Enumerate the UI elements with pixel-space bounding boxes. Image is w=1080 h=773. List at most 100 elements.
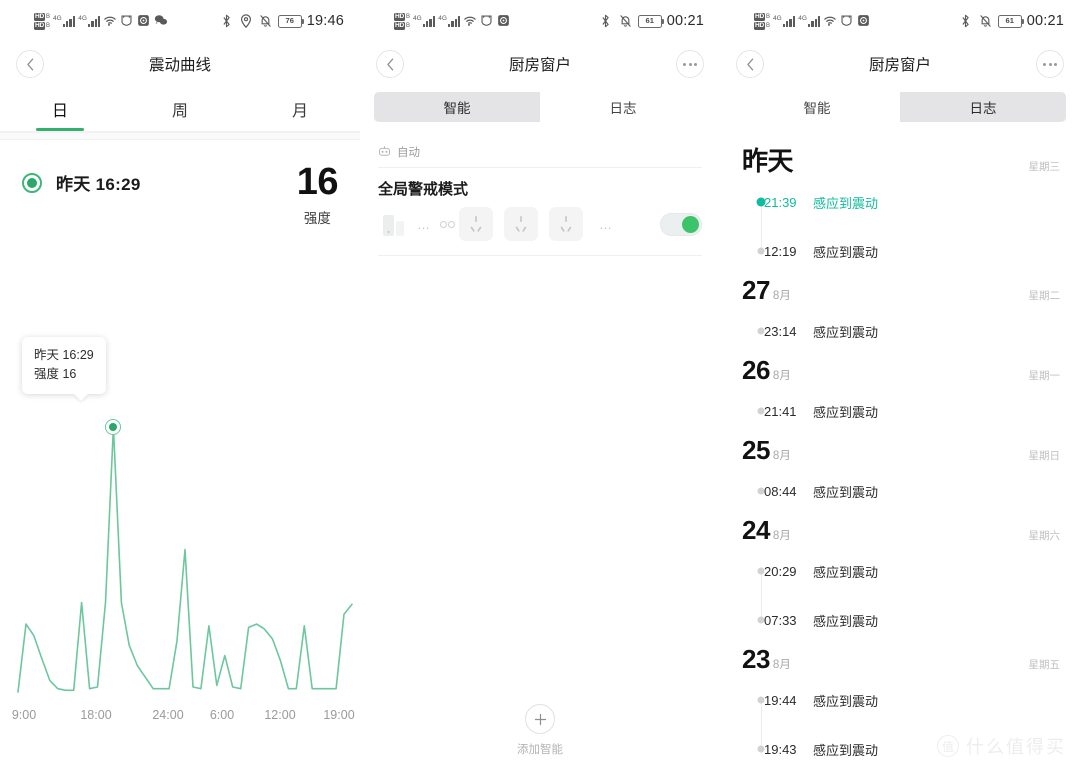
segment-smart-label: 智能: [443, 101, 471, 116]
log-day-weekday: 星期六: [1028, 530, 1061, 542]
more-options-button[interactable]: [676, 50, 704, 78]
log-day-weekday: 星期一: [1028, 370, 1061, 382]
log-entry-time: 19:43: [764, 741, 797, 757]
tab-month[interactable]: 月: [240, 86, 360, 131]
segment-smart[interactable]: 智能: [374, 92, 540, 122]
trailing-ellipsis: …: [599, 216, 613, 232]
chart-x-axis: 9:00 18:00 24:00 6:00 12:00 19:00: [0, 698, 360, 732]
mute-bell-icon: [259, 14, 273, 28]
page-title-3: 厨房窗户: [868, 57, 931, 74]
screen-recorder-icon-3: [857, 14, 871, 28]
tab-week[interactable]: 周: [120, 86, 240, 131]
log-entry[interactable]: 12:19 感应到震动: [720, 235, 1080, 267]
bluetooth-icon-3: [960, 14, 974, 28]
battery-icon-3: 61: [997, 14, 1024, 28]
timeline-connector: [761, 571, 762, 620]
more-options-button-3[interactable]: [1036, 50, 1064, 78]
log-day-number: 24: [742, 515, 770, 545]
tab-month-label: 月: [291, 102, 308, 120]
battery-icon: 76: [277, 14, 304, 28]
log-day-header: 昨天 星期三: [720, 146, 1080, 176]
nav-bar-2: 厨房窗户: [360, 42, 720, 86]
log-entry-text: 感应到震动: [813, 613, 879, 629]
network-gen-label-p2: 4G: [413, 15, 422, 22]
log-day-header: 23 8月 星期五: [720, 644, 1080, 674]
log-entry[interactable]: 21:39 感应到震动: [720, 186, 1080, 218]
log-entry[interactable]: 23:14 感应到震动: [720, 315, 1080, 347]
location-icon: [240, 14, 254, 28]
period-tabs: 日 周 月: [0, 86, 360, 132]
tab-day[interactable]: 日: [0, 86, 120, 131]
wifi-icon: [103, 14, 117, 28]
log-entry[interactable]: 07:33 感应到震动: [720, 604, 1080, 636]
back-button-2[interactable]: [376, 50, 404, 78]
battery-level-label-2: 61: [645, 16, 654, 26]
socket-icon-3: [549, 207, 583, 241]
log-entry-group: 23:14 感应到震动: [720, 305, 1080, 355]
log-entry[interactable]: 08:44 感应到震动: [720, 475, 1080, 507]
hd-badge-label-p2: HD: [394, 12, 405, 21]
mute-bell-icon-3: [979, 14, 993, 28]
summary-row: 昨天 16:29 16 强度: [0, 140, 360, 227]
log-entry-group: 20:29 感应到震动 07:33 感应到震动: [720, 545, 1080, 644]
log-day-weekday: 星期日: [1028, 450, 1061, 462]
log-day-number: 昨天: [742, 146, 794, 176]
log-list[interactable]: 昨天 星期三 21:39 感应到震动 12:19 感应到震动 27 8月 星期二 23:14 感应到…: [720, 122, 1080, 773]
log-day-header: 25 8月 星期日: [720, 435, 1080, 465]
timeline-bullet-icon: [757, 407, 765, 415]
log-entry-time: 07:33: [764, 612, 797, 628]
panel-vibration-chart: HD B HD B 4G 4G 76 19:46 震动曲线 日 周 月 昨天 1…: [0, 0, 360, 773]
segmented-control-3: 智能 日志: [734, 92, 1066, 122]
log-entry-group: 21:41 感应到震动: [720, 385, 1080, 435]
add-automation[interactable]: 添加智能: [360, 704, 720, 757]
signal-sim1-icon-3: 4G: [773, 15, 796, 27]
network-gen-label-p3b: 4G: [798, 15, 807, 22]
timeline-bullet-icon: [757, 327, 765, 335]
three-phone-screenshots: HD B HD B 4G 4G 76 19:46 震动曲线 日 周 月 昨天 1…: [0, 0, 1080, 773]
chevron-left-icon-3: [746, 58, 753, 70]
plus-icon[interactable]: [525, 704, 555, 734]
back-button-3[interactable]: [736, 50, 764, 78]
log-entry-text: 感应到震动: [813, 564, 879, 580]
battery-icon-2: 61: [637, 14, 664, 28]
status-bar-clock-2: 00:21: [666, 13, 704, 29]
bluetooth-icon: [221, 14, 235, 28]
hd-sub-label-p2b: B: [406, 22, 411, 29]
x-tick-2: 24:00: [152, 708, 184, 722]
segment-log[interactable]: 日志: [540, 92, 706, 122]
screen-recorder-icon-2: [497, 14, 511, 28]
signal-sim1-icon-2: 4G: [413, 15, 436, 27]
hd-sub-label-p2: B: [406, 13, 411, 20]
x-tick-4: 12:00: [264, 708, 296, 722]
leading-ellipsis: …: [417, 216, 431, 232]
log-entry-time: 23:14: [764, 323, 797, 339]
log-entry[interactable]: 20:29 感应到震动: [720, 555, 1080, 587]
timeline-connector: [761, 700, 762, 749]
log-day-number: 23: [742, 644, 770, 674]
log-day-header: 26 8月 星期一: [720, 355, 1080, 385]
segment-log-3[interactable]: 日志: [900, 92, 1066, 122]
log-entry[interactable]: 19:44 感应到震动: [720, 684, 1080, 716]
automation-toggle[interactable]: [660, 212, 702, 236]
automation-item[interactable]: 全局警戒模式 … …: [360, 168, 720, 256]
log-entry-group: 08:44 感应到震动: [720, 465, 1080, 515]
hd-sub-label-p3b: B: [766, 22, 771, 29]
more-horizontal-icon: [683, 62, 697, 66]
log-entry-group: 21:39 感应到震动 12:19 感应到震动: [720, 176, 1080, 275]
hd-volte-icon-3: HD B HD B: [754, 12, 771, 30]
log-day-number: 27: [742, 275, 770, 305]
timeline-bullet-icon: [757, 487, 765, 495]
socket-icon-1: [459, 207, 493, 241]
back-button[interactable]: [16, 50, 44, 78]
status-bar-3: HD B HD B 4G 4G 61 00:21: [720, 0, 1080, 42]
vibration-chart[interactable]: 昨天 16:29 强度 16 9:00 18:00 24:00 6:00 12:…: [0, 227, 360, 732]
segmented-control-2: 智能 日志: [374, 92, 706, 122]
log-day-month: 8月: [772, 659, 791, 671]
segment-smart-3[interactable]: 智能: [734, 92, 900, 122]
log-entry-time: 21:39: [764, 194, 797, 210]
selected-point-indicator-icon: [22, 172, 42, 193]
log-entry[interactable]: 21:41 感应到震动: [720, 395, 1080, 427]
signal-sim2-icon-3: 4G: [798, 15, 821, 27]
x-tick-1: 18:00: [80, 708, 112, 722]
hd-sub-label: B: [46, 13, 51, 20]
